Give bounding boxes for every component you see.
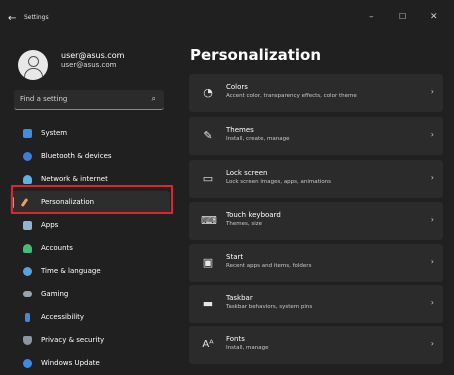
sidebar-item-label: Gaming bbox=[41, 290, 69, 298]
card-title: Lock screen bbox=[226, 169, 268, 177]
settings-card-fonts[interactable]: Aᴬ Fonts Install, manage › bbox=[189, 326, 443, 364]
card-desc: Install, create, manage bbox=[226, 136, 290, 142]
sidebar-item-windows-update[interactable]: Windows Update bbox=[0, 352, 178, 375]
sidebar-item-accessibility[interactable]: Accessibility bbox=[0, 306, 178, 329]
card-title: Fonts bbox=[226, 335, 245, 343]
avatar-person-body bbox=[24, 68, 43, 80]
user-name: user@asus.com bbox=[61, 51, 125, 60]
globe-icon bbox=[23, 267, 32, 276]
settings-card-themes[interactable]: ✎ Themes Install, create, manage › bbox=[189, 117, 443, 155]
avatar[interactable] bbox=[18, 50, 48, 80]
sidebar-item-time-language[interactable]: Time & language bbox=[0, 260, 178, 283]
user-email: user@asus.com bbox=[61, 61, 117, 69]
sidebar-item-privacy-security[interactable]: Privacy & security bbox=[0, 329, 178, 352]
palette-icon: ◔ bbox=[203, 86, 213, 99]
card-desc: Install, manage bbox=[226, 345, 269, 351]
chevron-right-icon: › bbox=[430, 173, 434, 182]
card-title: Start bbox=[226, 253, 244, 261]
sidebar-item-label: Bluetooth & devices bbox=[41, 152, 112, 160]
fonts-icon: Aᴬ bbox=[202, 339, 214, 350]
window-title: Settings bbox=[24, 14, 49, 21]
card-title: Touch keyboard bbox=[226, 211, 281, 219]
chevron-right-icon: › bbox=[430, 130, 434, 139]
card-desc: Lock screen images, apps, animations bbox=[226, 179, 332, 185]
chevron-right-icon: › bbox=[430, 87, 434, 96]
chevron-right-icon: › bbox=[430, 339, 434, 348]
start-icon: ▣ bbox=[202, 256, 214, 269]
wifi-icon bbox=[23, 175, 32, 184]
card-title: Themes bbox=[226, 126, 254, 134]
monitor-icon bbox=[23, 129, 32, 138]
sidebar-item-label: Network & internet bbox=[41, 175, 108, 183]
settings-card-touch-keyboard[interactable]: ⌨ Touch keyboard Themes, size › bbox=[189, 202, 443, 240]
lock-screen-icon: ▭ bbox=[202, 172, 214, 185]
chevron-right-icon: › bbox=[430, 257, 434, 266]
card-title: Taskbar bbox=[226, 294, 253, 302]
search-placeholder: Find a setting bbox=[20, 95, 68, 103]
card-desc: Accent color, transparency effects, colo… bbox=[226, 93, 357, 99]
maximize-button[interactable]: ☐ bbox=[399, 12, 406, 22]
card-desc: Themes, size bbox=[226, 221, 262, 227]
bluetooth-icon bbox=[23, 152, 32, 161]
title-bar: ← Settings – ☐ ✕ bbox=[0, 0, 454, 34]
search-icon[interactable]: ⌕ bbox=[152, 94, 156, 104]
sidebar-item-accounts[interactable]: Accounts bbox=[0, 237, 178, 260]
pen-icon: ✎ bbox=[203, 129, 213, 142]
sidebar-item-label: Windows Update bbox=[41, 359, 100, 367]
sidebar-item-system[interactable]: System bbox=[0, 122, 178, 145]
sidebar-item-apps[interactable]: Apps bbox=[0, 214, 178, 237]
close-button[interactable]: ✕ bbox=[430, 12, 438, 22]
sidebar-item-bluetooth[interactable]: Bluetooth & devices bbox=[0, 145, 178, 168]
card-desc: Recent apps and items, folders bbox=[226, 263, 312, 269]
update-icon bbox=[23, 359, 32, 368]
settings-card-colors[interactable]: ◔ Colors Accent color, transparency effe… bbox=[189, 74, 443, 112]
shield-icon bbox=[23, 336, 32, 345]
accessibility-icon bbox=[25, 313, 30, 322]
keyboard-icon: ⌨ bbox=[201, 214, 217, 227]
settings-card-lock-screen[interactable]: ▭ Lock screen Lock screen images, apps, … bbox=[189, 160, 443, 198]
gamepad-icon bbox=[23, 291, 32, 297]
settings-card-start[interactable]: ▣ Start Recent apps and items, folders › bbox=[189, 244, 443, 282]
sidebar-item-label: Privacy & security bbox=[41, 336, 105, 344]
taskbar-icon: ▬ bbox=[202, 297, 214, 310]
sidebar-item-label: System bbox=[41, 129, 68, 137]
back-arrow-icon[interactable]: ← bbox=[8, 14, 16, 24]
sidebar-item-label: Apps bbox=[41, 221, 59, 229]
settings-card-taskbar[interactable]: ▬ Taskbar Taskbar behaviors, system pins… bbox=[189, 285, 443, 323]
sidebar-item-label: Accessibility bbox=[41, 313, 85, 321]
sidebar-item-label: Time & language bbox=[41, 267, 101, 275]
person-icon bbox=[23, 244, 32, 253]
sidebar-item-label: Accounts bbox=[41, 244, 73, 252]
card-desc: Taskbar behaviors, system pins bbox=[226, 304, 313, 310]
sidebar-item-gaming[interactable]: Gaming bbox=[0, 283, 178, 306]
apps-icon bbox=[23, 221, 32, 230]
avatar-person-icon bbox=[28, 56, 39, 67]
sidebar-nav: System Bluetooth & devices Network & int… bbox=[0, 122, 178, 375]
chevron-right-icon: › bbox=[430, 215, 434, 224]
search-input[interactable]: Find a setting ⌕ bbox=[14, 90, 164, 110]
card-title: Colors bbox=[226, 83, 248, 91]
main-content: Personalization ◔ Colors Accent color, t… bbox=[182, 34, 454, 364]
page-title: Personalization bbox=[190, 46, 322, 64]
chevron-right-icon: › bbox=[430, 298, 434, 307]
highlight-box bbox=[11, 185, 173, 214]
minimize-button[interactable]: – bbox=[369, 12, 374, 22]
